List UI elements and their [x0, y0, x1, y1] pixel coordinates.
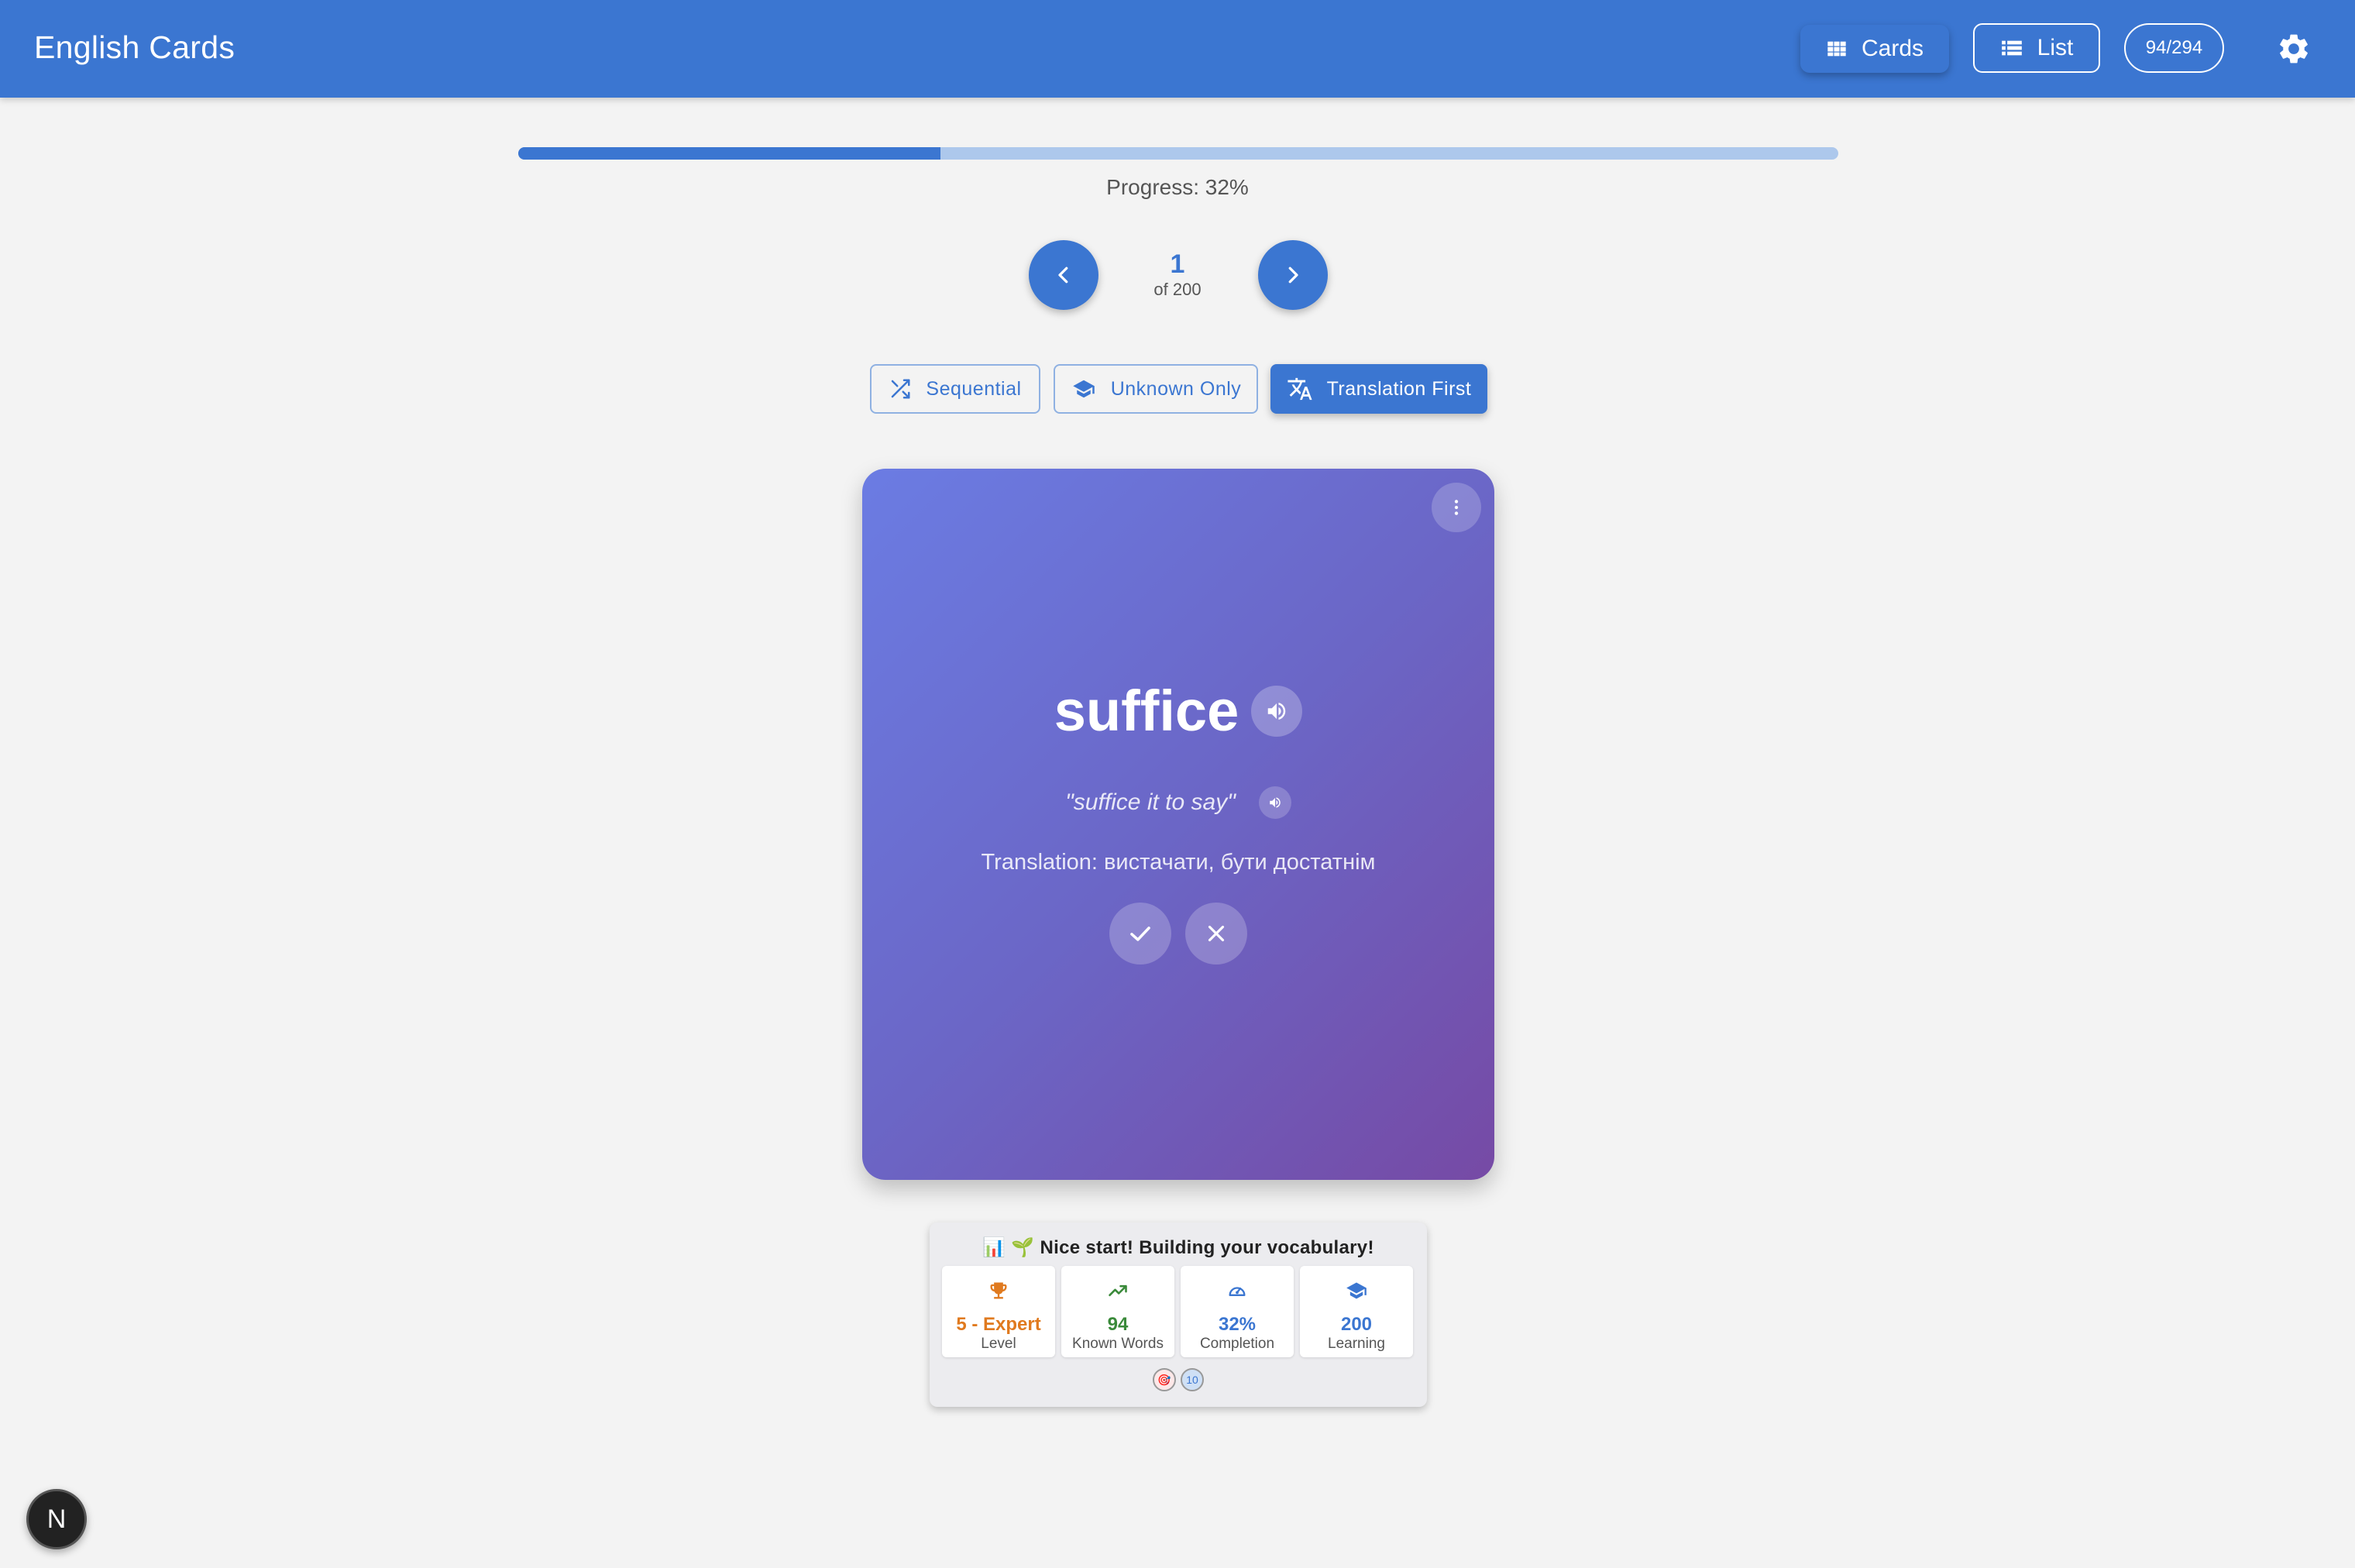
sequential-mode-label: Sequential [926, 377, 1022, 400]
card-counter-total: of 200 [1153, 280, 1202, 299]
card-counter-current: 1 [1170, 249, 1185, 279]
settings-button[interactable] [2273, 28, 2315, 70]
check-icon [1130, 927, 1150, 941]
stat-value: 94 [1107, 1314, 1129, 1335]
stat-tile-learning: 200 Learning [1300, 1266, 1413, 1357]
list-view-button[interactable]: List [1973, 23, 2100, 73]
stat-value: 32% [1218, 1314, 1257, 1335]
more-vertical-icon [1454, 500, 1459, 515]
card-menu-button[interactable] [1432, 483, 1481, 532]
card-word: suffice [1054, 679, 1239, 743]
stats-header: 📊 🌱 Nice start! Building your vocabulary… [982, 1237, 1374, 1258]
progress-label: Progress: 32% [1106, 175, 1249, 199]
stat-value: 200 [1340, 1314, 1373, 1335]
dev-tools-button[interactable]: N [26, 1489, 87, 1549]
mark-unknown-button[interactable] [1185, 903, 1247, 965]
speaker-icon [1270, 797, 1281, 808]
cards-view-button[interactable]: Cards [1800, 25, 1949, 73]
graduation-cap-icon [1346, 1282, 1367, 1299]
next-card-button[interactable] [1258, 240, 1328, 310]
card-counter: 1 of 200 [1100, 249, 1255, 301]
pronounce-example-button[interactable] [1258, 786, 1291, 819]
unknown-only-mode-button[interactable]: Unknown Only [1054, 364, 1258, 414]
gear-icon [2280, 34, 2308, 64]
chevron-left-icon [1058, 266, 1068, 284]
stat-tile-level: 5 - Expert Level [942, 1266, 1055, 1357]
word-row: suffice [862, 678, 1494, 744]
speaker-icon [1268, 702, 1286, 720]
app-bar: English Cards Cards List 94/294 [0, 0, 2355, 98]
trophy-icon [990, 1282, 1007, 1299]
example-row: "suffice it to say" [862, 786, 1494, 819]
translation-first-mode-button[interactable]: Translation First [1270, 364, 1487, 414]
answer-row [862, 903, 1494, 965]
chevron-right-icon [1288, 266, 1298, 284]
stat-tile-known-words: 94 Known Words [1061, 1266, 1174, 1357]
flashcard[interactable]: suffice "suffice it to say" Translation:… [862, 469, 1494, 1180]
unknown-only-mode-label: Unknown Only [1110, 377, 1242, 400]
grid-icon [1827, 41, 1846, 57]
sequential-mode-button[interactable]: Sequential [870, 364, 1040, 414]
card-translation: Translation: вистачати, бути достатнім [981, 850, 1376, 875]
known-count-chip[interactable]: 94/294 [2124, 23, 2224, 73]
card-example: "suffice it to say" [1065, 789, 1236, 815]
stat-tile-completion: 32% Completion [1181, 1266, 1294, 1357]
achievement-badges: 🎯 10 [930, 1368, 1427, 1391]
cards-view-label: Cards [1861, 36, 1924, 61]
translation-first-mode-label: Translation First [1326, 377, 1472, 400]
stat-value: 5 - Expert [956, 1314, 1041, 1335]
list-view-label: List [2037, 35, 2074, 60]
ten-badge: 10 [1181, 1368, 1204, 1391]
graduation-cap-icon [1072, 380, 1095, 398]
target-badge: 🎯 [1153, 1368, 1176, 1391]
stat-label: Learning [1328, 1336, 1385, 1352]
app-title: English Cards [34, 29, 236, 65]
shuffle-icon [892, 379, 910, 399]
stat-label: Completion [1199, 1336, 1275, 1352]
list-icon [2001, 40, 2022, 56]
previous-card-button[interactable] [1029, 240, 1098, 310]
translate-icon [1288, 377, 1312, 401]
speedometer-icon [1229, 1287, 1246, 1296]
mark-known-button[interactable] [1109, 903, 1171, 965]
close-icon [1208, 925, 1225, 942]
stats-panel: 📊 🌱 Nice start! Building your vocabulary… [930, 1222, 1427, 1407]
pronounce-word-button[interactable] [1251, 685, 1303, 737]
trending-up-icon [1109, 1284, 1127, 1297]
progress-bar-fill [518, 147, 941, 160]
stat-label: Level [981, 1336, 1016, 1352]
stat-label: Known Words [1072, 1336, 1164, 1352]
progress-bar [518, 147, 1838, 160]
